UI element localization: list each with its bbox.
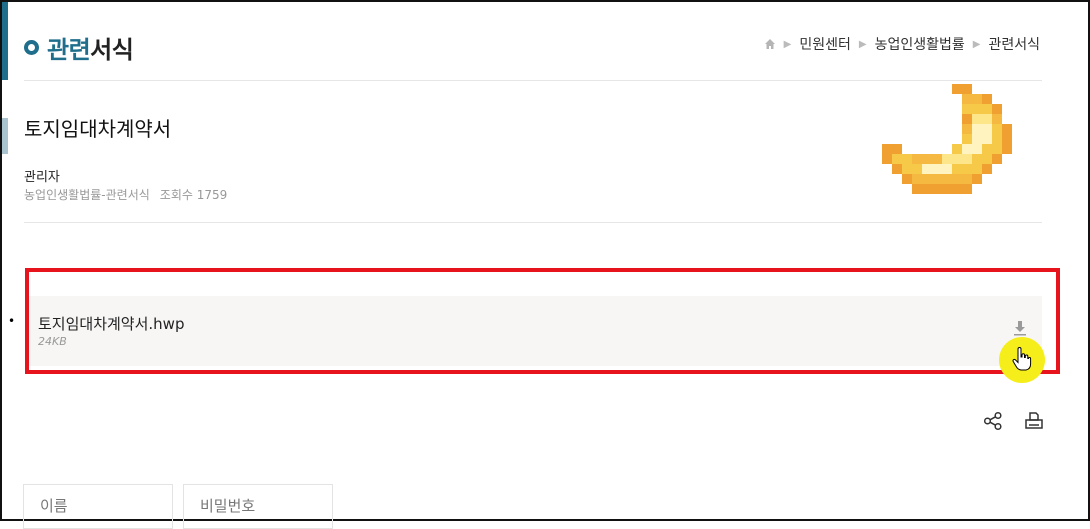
print-icon[interactable] (1024, 411, 1044, 431)
post-accent-bar (2, 118, 8, 154)
breadcrumb-item-farm-law[interactable]: 농업인생활법률 (875, 34, 965, 54)
post-views: 조회수 1759 (160, 186, 228, 203)
left-accent-bar (2, 2, 8, 80)
breadcrumb-separator: ▶ (783, 38, 792, 50)
post-title: 토지임대차계약서 (24, 117, 172, 141)
name-field[interactable]: 이름 (23, 484, 173, 529)
password-field-placeholder: 비밀번호 (200, 497, 256, 515)
breadcrumb-separator: ▶ (972, 38, 981, 50)
breadcrumb-item-civil-center[interactable]: 민원센터 (799, 34, 851, 54)
title-rest: 서식 (90, 36, 134, 64)
views-label: 조회수 (159, 188, 193, 202)
post-meta: 농업인생활법률-관련서식 조회수 1759 (24, 186, 227, 203)
post-author: 관리자 (24, 170, 60, 185)
share-icon[interactable] (983, 411, 1003, 431)
home-icon[interactable] (764, 38, 776, 50)
page-title-text: 관련서식 (47, 30, 134, 65)
post-category: 농업인생활법률-관련서식 (24, 188, 150, 202)
page-title: 관련서식 (24, 30, 134, 65)
breadcrumb: ▶ 민원센터 ▶ 농업인생활법률 ▶ 관련서식 (764, 34, 1040, 54)
pointer-hand-icon (1012, 347, 1032, 371)
attachment-highlight-box (25, 268, 1060, 374)
breadcrumb-item-forms[interactable]: 관련서식 (988, 34, 1040, 54)
attachment-bullet: • (8, 314, 16, 328)
name-field-placeholder: 이름 (40, 497, 68, 515)
banana-sticker-icon (882, 84, 1012, 194)
password-field[interactable]: 비밀번호 (183, 484, 333, 529)
breadcrumb-separator: ▶ (858, 38, 867, 50)
title-ring-icon (24, 40, 39, 55)
views-count: 1759 (196, 188, 228, 202)
header-divider (24, 80, 1042, 81)
post-header-divider (24, 222, 1042, 223)
title-accent: 관련 (47, 36, 91, 64)
